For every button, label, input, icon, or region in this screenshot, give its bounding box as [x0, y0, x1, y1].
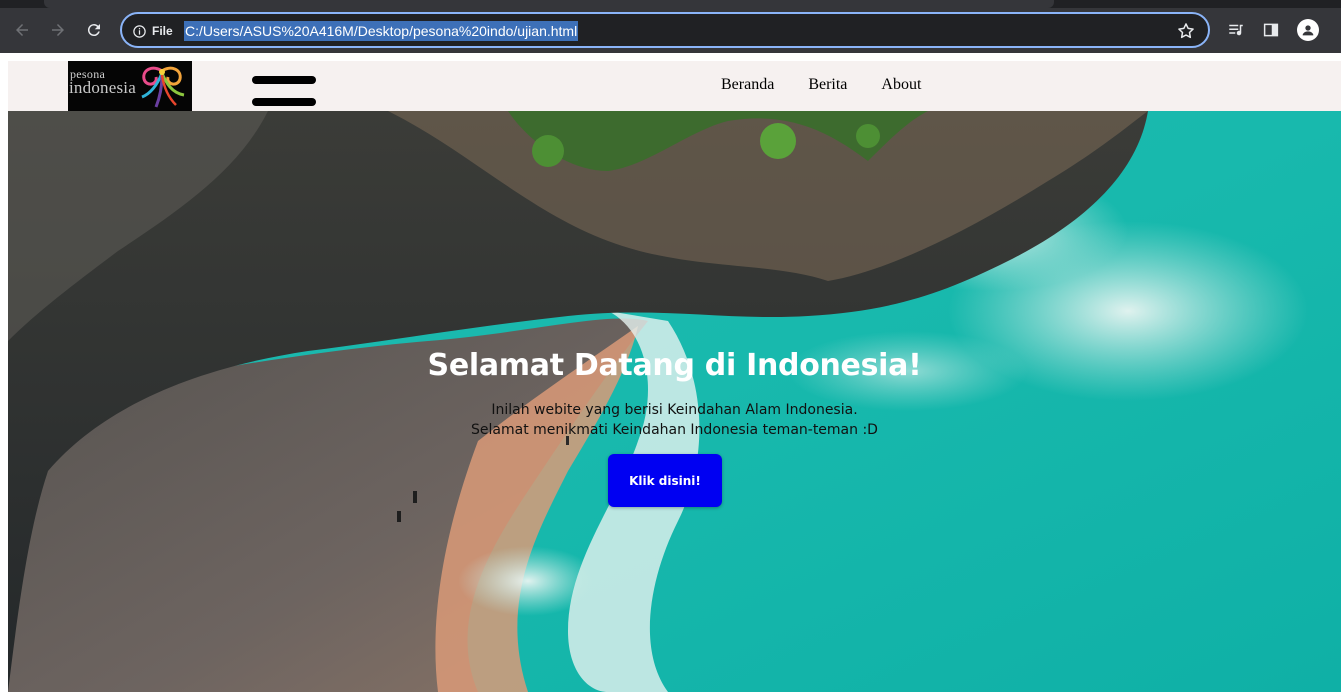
forward-button[interactable] — [44, 16, 72, 44]
nav-link-about[interactable]: About — [881, 76, 921, 94]
hamburger-bar — [252, 76, 316, 84]
hero-subtitle-line: Selamat menikmati Keindahan Indonesia te… — [471, 422, 878, 438]
nav-link-beranda[interactable]: Beranda — [721, 76, 774, 94]
nav-links: Beranda Berita About — [721, 76, 921, 94]
nav-link-berita[interactable]: Berita — [808, 76, 847, 94]
hero-subtitle: Inilah webite yang berisi Keindahan Alam… — [8, 400, 1341, 440]
url-text[interactable]: C:/Users/ASUS%20A416M/Desktop/pesona%20i… — [184, 21, 579, 41]
forward-arrow-icon — [52, 24, 64, 36]
klik-disini-button[interactable]: Klik disini! — [608, 454, 722, 507]
profile-avatar-icon[interactable] — [1297, 19, 1319, 41]
hero-title: Selamat Datang di Indonesia! — [427, 348, 922, 383]
bookmark-star-icon[interactable] — [1176, 21, 1196, 41]
back-arrow-icon — [16, 24, 28, 36]
logo-text-bottom: indonesia — [69, 78, 136, 97]
reload-icon — [87, 24, 100, 37]
pesona-indonesia-logo[interactable]: pesona indonesia — [68, 61, 192, 111]
active-tab-edge — [44, 0, 1054, 8]
media-control-icon[interactable] — [1225, 19, 1247, 41]
side-panel-icon[interactable] — [1260, 19, 1282, 41]
hamburger-bar — [252, 98, 316, 106]
site-info-label: File — [152, 24, 173, 38]
reload-button[interactable] — [80, 16, 108, 44]
browser-toolbar: File C:/Users/ASUS%20A416M/Desktop/peson… — [0, 8, 1341, 53]
hamburger-menu-icon[interactable] — [252, 76, 316, 108]
hero-subtitle-line: Inilah webite yang berisi Keindahan Alam… — [491, 402, 858, 418]
logo-swirl-icon — [141, 66, 185, 108]
browser-tab-strip — [0, 0, 1341, 8]
hero-section: Selamat Datang di Indonesia! Inilah webi… — [8, 111, 1341, 692]
address-bar[interactable]: File C:/Users/ASUS%20A416M/Desktop/peson… — [120, 12, 1210, 48]
site-info-chip[interactable]: File — [132, 22, 173, 40]
info-icon — [133, 24, 146, 38]
page-top-gap — [0, 53, 1341, 61]
web-page: pesona indonesia Beranda Berita About Se… — [8, 61, 1341, 692]
site-navbar: pesona indonesia Beranda Berita About — [8, 61, 1341, 111]
back-button[interactable] — [8, 16, 36, 44]
